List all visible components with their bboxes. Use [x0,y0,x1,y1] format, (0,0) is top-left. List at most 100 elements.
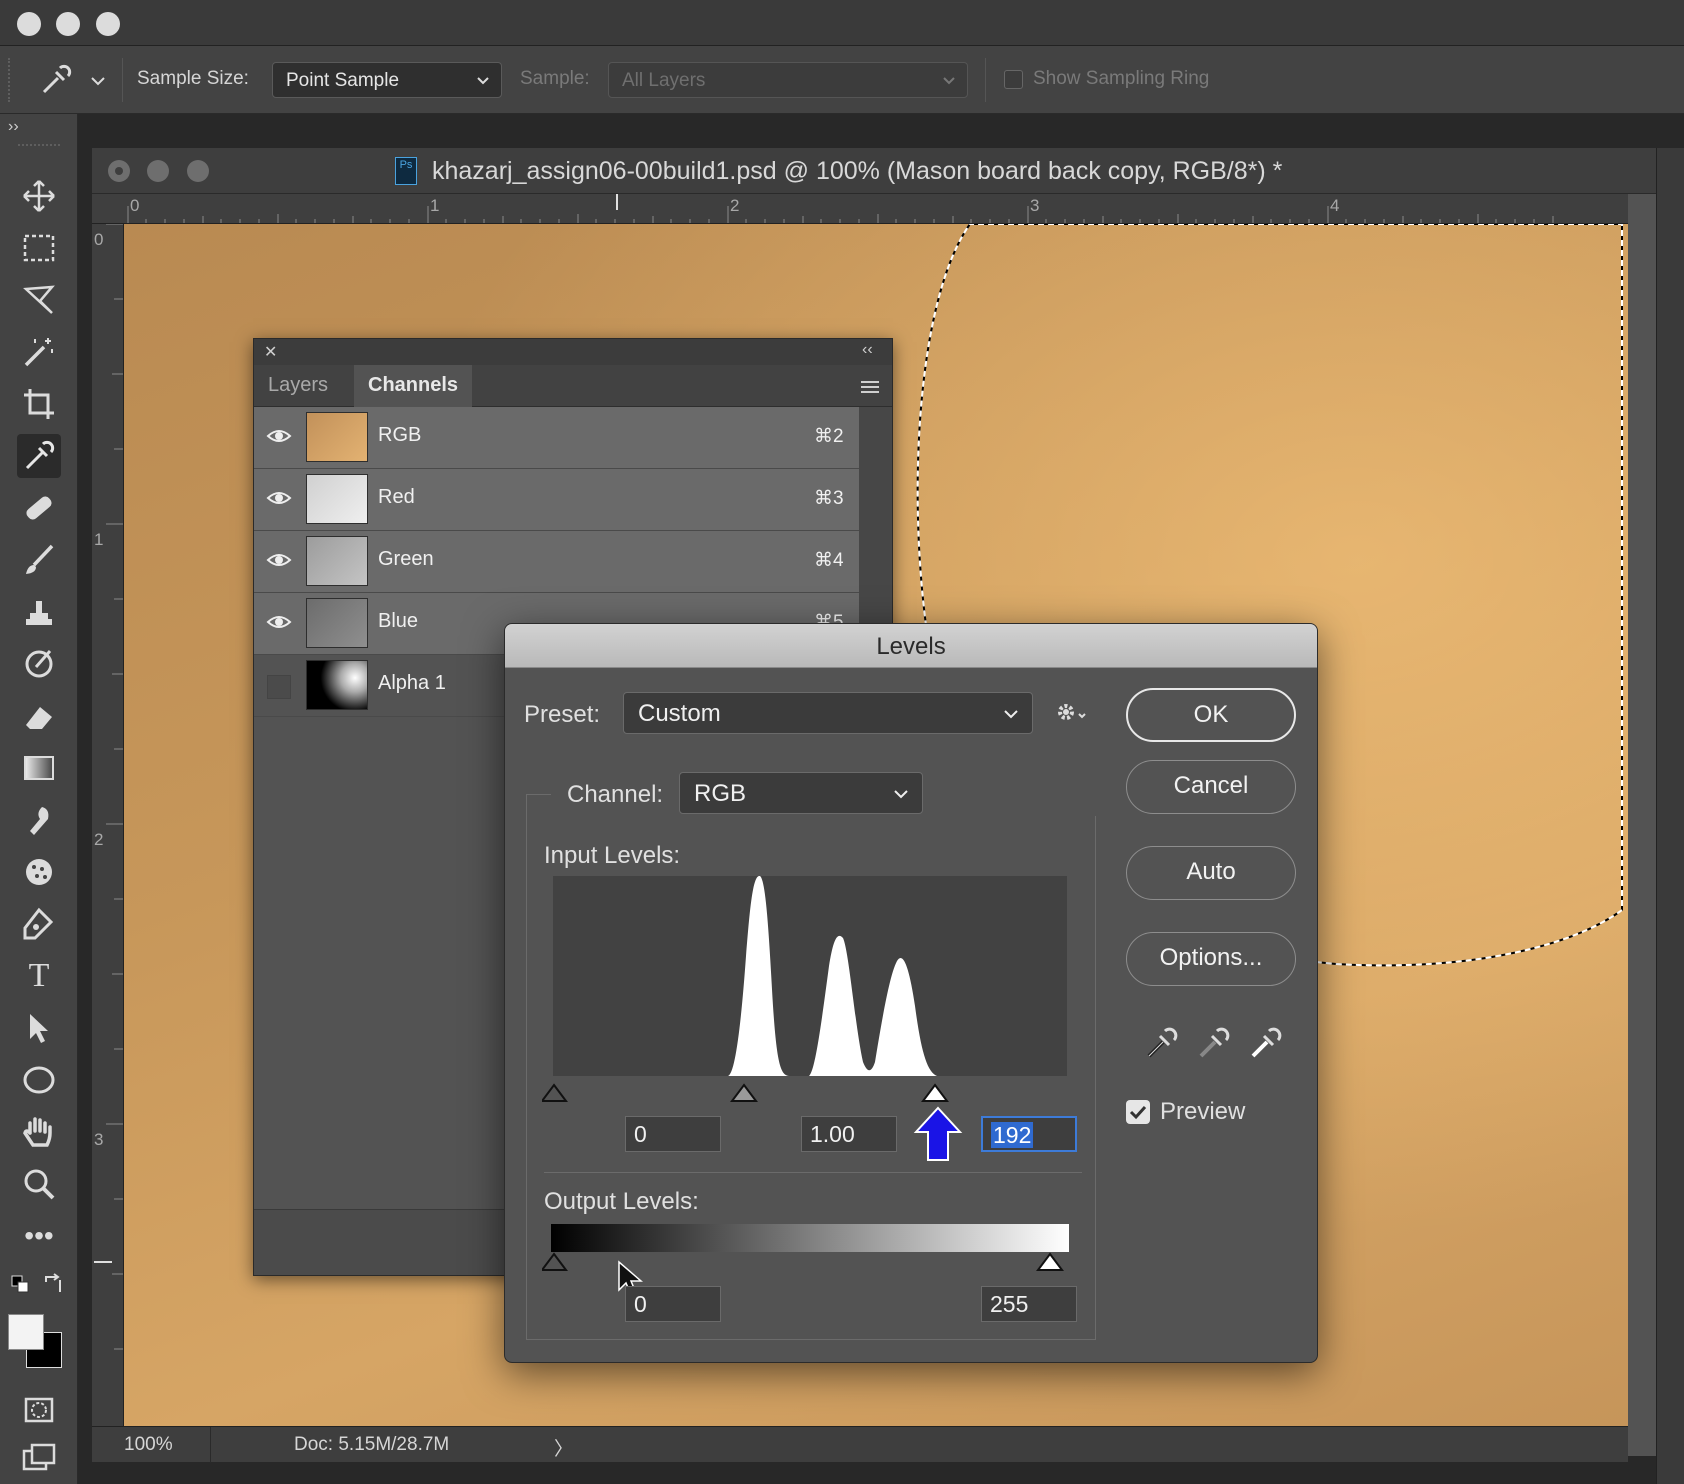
tab-layers[interactable]: Layers [254,365,342,407]
app-title-bar [0,0,1684,46]
sample-size-select[interactable]: Point Sample [272,62,502,98]
chevron-down-icon [477,77,489,85]
vertical-ruler[interactable]: 0 1 2 3 [92,224,124,1426]
clone-stamp-tool-icon[interactable] [17,590,61,634]
gray-point-eyedropper-icon[interactable] [1197,1024,1233,1060]
channel-row-rgb[interactable]: RGB ⌘2 [254,407,859,469]
close-window-button[interactable] [17,12,41,36]
document-zoom-button[interactable] [187,160,209,182]
channel-label: Channel: [567,781,664,808]
cancel-button[interactable]: Cancel [1126,760,1296,814]
channel-thumbnail [306,660,368,710]
show-sampling-ring-checkbox[interactable] [1004,70,1023,89]
options-grip[interactable] [8,58,12,102]
pen-tool-icon[interactable] [17,902,61,946]
preset-options-gear-icon[interactable] [1055,700,1091,726]
zoom-tool-icon[interactable] [17,1162,61,1206]
history-brush-tool-icon[interactable] [17,642,61,686]
auto-button[interactable]: Auto [1126,846,1296,900]
channel-row-green[interactable]: Green ⌘4 [254,531,859,593]
channel-shortcut: ⌘4 [814,550,844,571]
input-gamma-field[interactable]: 1.00 [801,1116,897,1152]
tab-channels[interactable]: Channels [354,365,473,407]
ruler-h-label: 3 [1030,196,1040,215]
path-selection-tool-icon[interactable] [17,1006,61,1050]
healing-brush-tool-icon[interactable] [17,486,61,530]
eye-icon[interactable] [266,550,292,570]
channel-thumbnail [306,598,368,648]
ok-button[interactable]: OK [1126,688,1296,742]
channel-thumbnail [306,536,368,586]
chevron-down-icon [894,790,908,799]
input-black-field[interactable]: 0 [625,1116,721,1152]
show-sampling-ring-label: Show Sampling Ring [1033,68,1210,89]
screen-mode-icon[interactable] [17,1436,61,1480]
levels-dialog: Levels Preset: Custom Channel: RGB Input… [504,623,1318,1363]
document-close-button[interactable] [108,160,130,182]
swap-colors-icon[interactable] [42,1272,66,1301]
input-gamma-value: 1.00 [810,1121,855,1147]
more-tools-icon[interactable]: ••• [17,1214,61,1258]
panel-close-icon[interactable]: ✕ [264,342,277,362]
white-point-eyedropper-icon[interactable] [1249,1024,1285,1060]
channel-select[interactable]: RGB [679,772,923,814]
eyedropper-tool-icon[interactable] [17,434,61,478]
output-white-field[interactable]: 255 [981,1286,1077,1322]
output-black-field[interactable]: 0 [625,1286,721,1322]
channel-shortcut: ⌘2 [814,426,844,447]
status-bar: 100% Doc: 5.15M/28.7M 〉 [92,1426,1628,1463]
foreground-color-swatch[interactable] [8,1314,44,1350]
black-point-eyedropper-icon[interactable] [1145,1024,1181,1060]
preset-select[interactable]: Custom [623,692,1033,734]
eye-icon[interactable] [266,426,292,446]
eyedropper-preset-icon[interactable] [38,62,108,103]
magic-wand-tool-icon[interactable] [17,330,61,374]
gradient-tool-icon[interactable] [17,746,61,790]
options-button[interactable]: Options... [1126,932,1296,986]
doc-size-info[interactable]: Doc: 5.15M/28.7M [294,1434,449,1456]
hand-tool-icon[interactable] [17,1110,61,1154]
document-tab[interactable]: Ps khazarj_assign06-00build1.psd @ 100% … [92,148,1656,194]
visibility-toggle[interactable] [267,675,291,699]
toolbar-grip[interactable] [18,144,60,150]
output-black-slider [542,1252,568,1271]
preview-label: Preview [1160,1098,1246,1125]
ellipse-tool-icon[interactable] [17,1058,61,1102]
sponge-tool-icon[interactable] [17,850,61,894]
lasso-tool-icon[interactable] [17,278,61,322]
channel-name: Red [378,486,415,508]
panel-menu-icon[interactable] [859,379,881,395]
eye-icon[interactable] [266,488,292,508]
dialog-title-bar[interactable]: Levels [505,624,1317,668]
panel-collapse-icon[interactable]: ‹‹ [862,341,873,359]
eye-icon[interactable] [266,612,292,632]
channel-row-red[interactable]: Red ⌘3 [254,469,859,531]
channel-name: RGB [378,424,422,446]
chevron-down-icon [943,77,955,85]
minimize-window-button[interactable] [56,12,80,36]
horizontal-ruler[interactable]: 0 1 2 3 4 [92,194,1628,224]
ruler-h-label: 4 [1330,196,1340,215]
sample-select[interactable]: All Layers [608,62,968,98]
status-menu-arrow[interactable]: 〉 [554,1434,573,1461]
smudge-tool-icon[interactable] [17,798,61,842]
input-white-field[interactable]: 192 [981,1116,1077,1152]
document-minimize-button[interactable] [147,160,169,182]
type-tool-icon[interactable]: T [17,954,61,998]
output-levels-label: Output Levels: [544,1188,699,1215]
zoom-window-button[interactable] [96,12,120,36]
divider [544,1172,1082,1173]
move-tool-icon[interactable] [17,174,61,218]
expand-toolbar-icon[interactable]: ›› [8,118,19,136]
marquee-tool-icon[interactable] [17,226,61,270]
preview-checkbox[interactable] [1126,1100,1150,1124]
channel-thumbnail [306,474,368,524]
ruler-ticks [127,194,1554,223]
quick-mask-icon[interactable] [17,1388,61,1432]
brush-tool-icon[interactable] [17,538,61,582]
default-colors-icon[interactable] [10,1274,32,1301]
input-level-sliders[interactable] [542,1081,1082,1111]
crop-tool-icon[interactable] [17,382,61,426]
zoom-level[interactable]: 100% [124,1434,173,1456]
eraser-tool-icon[interactable] [17,694,61,738]
